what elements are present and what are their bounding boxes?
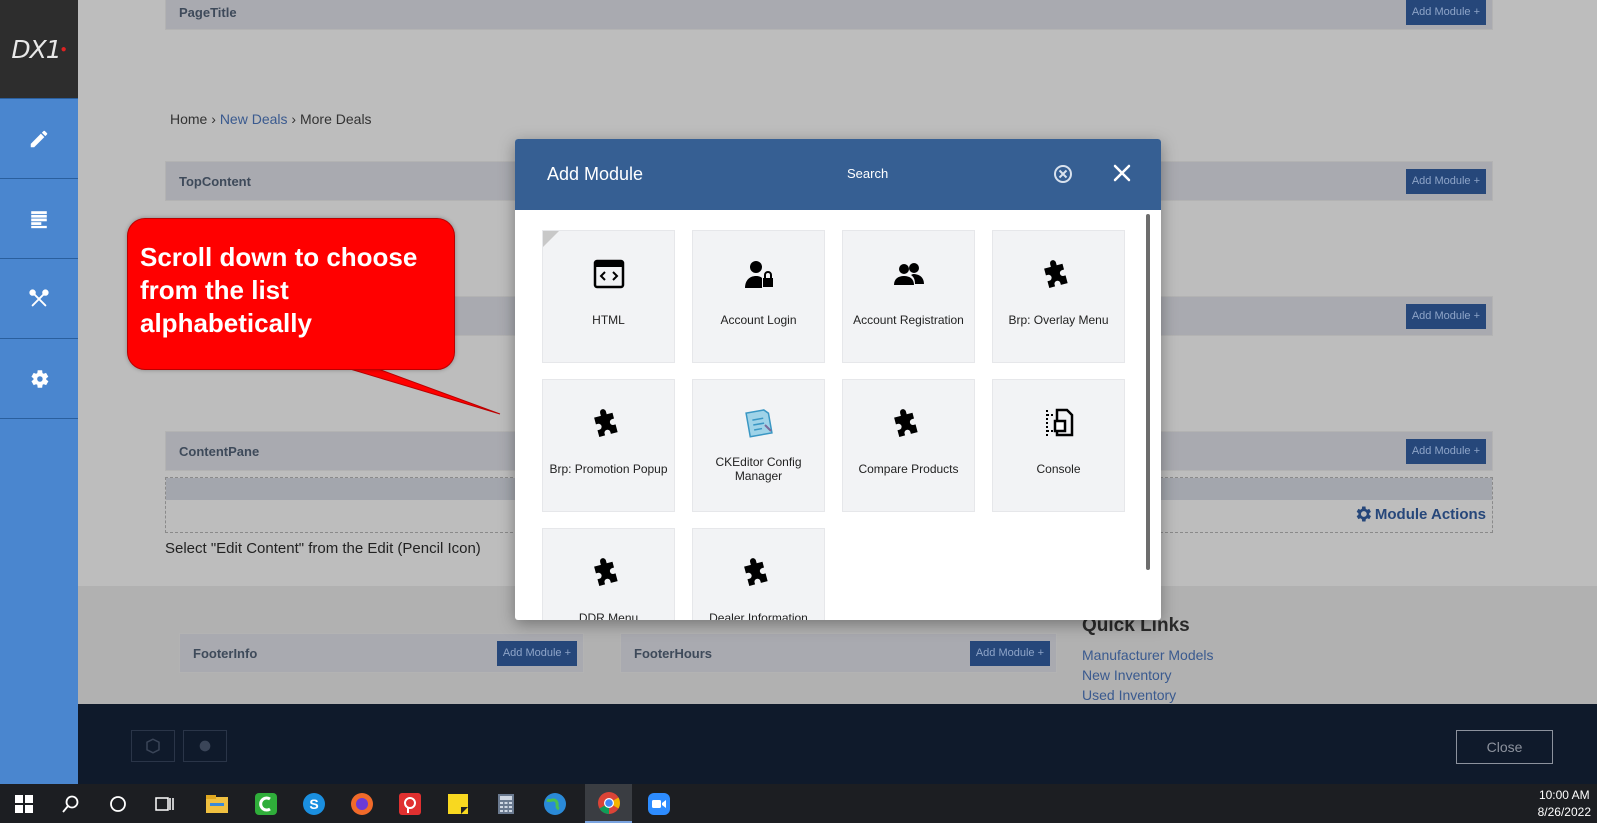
taskbar-globe-app[interactable] bbox=[531, 784, 578, 823]
module-tile-ckeditor-config-manager[interactable]: CKEditor Config Manager bbox=[692, 379, 825, 512]
callout-text: Scroll down to choose from the list alph… bbox=[140, 242, 418, 338]
taskbar-firefox[interactable] bbox=[338, 784, 385, 823]
module-tile-brp-overlay-menu[interactable]: Brp: Overlay Menu bbox=[992, 230, 1125, 363]
page-lines-icon bbox=[31, 210, 47, 228]
module-label: Account Registration bbox=[853, 313, 964, 327]
puzzle-icon bbox=[1042, 257, 1076, 291]
module-label: CKEditor Config Manager bbox=[715, 455, 802, 483]
sticky-notes-icon bbox=[447, 793, 468, 814]
taskbar-search[interactable] bbox=[47, 784, 94, 823]
calculator-icon bbox=[497, 793, 514, 814]
instruction-callout: Scroll down to choose from the list alph… bbox=[127, 218, 455, 370]
module-tile-account-login[interactable]: Account Login bbox=[692, 230, 825, 363]
taskbar-file-explorer[interactable] bbox=[193, 784, 240, 823]
logo-mark: ● bbox=[60, 43, 67, 55]
svg-text:S: S bbox=[309, 796, 318, 812]
camtasia-icon bbox=[254, 792, 277, 815]
firefox-icon bbox=[350, 792, 373, 815]
module-list: HTML Account Login Account Registration … bbox=[515, 210, 1161, 620]
html-code-icon bbox=[592, 257, 626, 291]
taskbar-calculator[interactable] bbox=[482, 784, 529, 823]
gear-icon bbox=[31, 369, 49, 388]
module-tile-console[interactable]: Console bbox=[992, 379, 1125, 512]
module-tile-dealer-information[interactable]: Dealer Information bbox=[692, 528, 825, 620]
taskbar-skype[interactable]: S bbox=[290, 784, 337, 823]
presenter-icon bbox=[398, 792, 421, 815]
pencil-icon bbox=[30, 130, 48, 147]
module-label: HTML bbox=[592, 313, 625, 327]
task-view-icon bbox=[154, 796, 174, 811]
sidebar-settings-button[interactable] bbox=[0, 339, 78, 419]
chrome-icon bbox=[597, 791, 620, 814]
users-icon bbox=[892, 257, 926, 291]
taskbar-sticky-notes[interactable] bbox=[434, 784, 481, 823]
sidebar-content-button[interactable] bbox=[0, 179, 78, 259]
taskbar-task-view[interactable] bbox=[141, 784, 188, 823]
puzzle-icon bbox=[592, 555, 626, 589]
module-label: DDR Menu bbox=[578, 611, 639, 620]
sidebar-edit-button[interactable] bbox=[0, 99, 78, 179]
module-label: Compare Products bbox=[858, 462, 959, 476]
puzzle-icon bbox=[892, 406, 926, 440]
search-icon bbox=[61, 795, 78, 813]
taskbar-chrome[interactable] bbox=[585, 784, 632, 823]
add-module-dialog: Add Module HTML Account Login bbox=[515, 139, 1161, 620]
left-sidebar: DX1 ● bbox=[0, 0, 78, 784]
callout-pointer bbox=[340, 366, 501, 415]
globe-app-icon bbox=[543, 792, 566, 815]
puzzle-icon bbox=[592, 406, 626, 440]
taskbar-camtasia[interactable] bbox=[242, 784, 289, 823]
taskbar-presenter[interactable] bbox=[386, 784, 433, 823]
dx1-logo: DX1 ● bbox=[0, 0, 78, 99]
clock-date: 8/26/2022 bbox=[1537, 805, 1591, 819]
start-button[interactable] bbox=[0, 784, 47, 823]
dialog-title: Add Module bbox=[547, 164, 644, 184]
module-label: Account Login bbox=[720, 313, 797, 327]
module-tile-ddr-menu[interactable]: DDR Menu bbox=[542, 528, 675, 620]
module-label: Brp: Overlay Menu bbox=[1008, 313, 1109, 327]
module-list-scrollbar[interactable] bbox=[1146, 214, 1150, 570]
file-explorer-icon bbox=[205, 794, 228, 813]
module-tile-account-registration[interactable]: Account Registration bbox=[842, 230, 975, 363]
logo-text: DX1 bbox=[11, 34, 61, 64]
windows-taskbar: S 10:00 AM 8/26/2022 bbox=[0, 784, 1597, 823]
console-icon bbox=[1042, 406, 1076, 440]
module-label: Dealer Information bbox=[709, 611, 808, 620]
module-label: Console bbox=[1036, 462, 1081, 476]
module-tile-compare-products[interactable]: Compare Products bbox=[842, 379, 975, 512]
module-label: Brp: Promotion Popup bbox=[549, 462, 668, 476]
clear-search-icon[interactable] bbox=[1053, 164, 1073, 184]
selected-corner-marker bbox=[543, 231, 559, 247]
taskbar-zoom[interactable] bbox=[635, 784, 682, 823]
system-clock[interactable]: 10:00 AM 8/26/2022 bbox=[1538, 787, 1591, 821]
module-tile-brp-promotion-popup[interactable]: Brp: Promotion Popup bbox=[542, 379, 675, 512]
puzzle-icon bbox=[742, 555, 776, 589]
module-tile-html[interactable]: HTML bbox=[542, 230, 675, 363]
windows-start-icon bbox=[14, 794, 33, 813]
search-input[interactable] bbox=[847, 162, 997, 184]
ckeditor-icon bbox=[742, 406, 776, 440]
dialog-header: Add Module bbox=[515, 139, 1161, 210]
skype-icon: S bbox=[302, 792, 325, 815]
clock-time: 10:00 AM bbox=[1538, 788, 1590, 802]
sidebar-tools-button[interactable] bbox=[0, 259, 78, 339]
cortana-icon bbox=[109, 795, 126, 812]
user-lock-icon bbox=[742, 257, 776, 291]
wrench-screwdriver-icon bbox=[29, 288, 49, 306]
zoom-icon bbox=[647, 792, 670, 815]
taskbar-cortana[interactable] bbox=[94, 784, 141, 823]
close-icon[interactable] bbox=[1111, 162, 1133, 184]
